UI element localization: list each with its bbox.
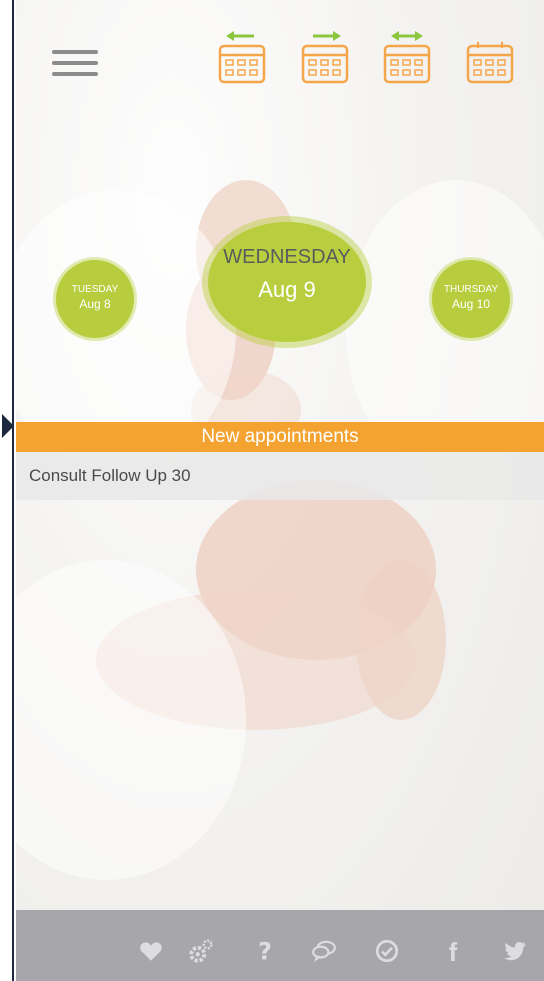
- previous-day-button[interactable]: TUESDAY Aug 8: [56, 260, 134, 338]
- facebook-icon[interactable]: f: [440, 938, 466, 964]
- current-day-date: Aug 9: [258, 277, 316, 302]
- appointment-item[interactable]: Consult Follow Up 30: [16, 452, 544, 500]
- current-day-button[interactable]: WEDNESDAY Aug 9: [208, 222, 366, 342]
- previous-day-weekday: TUESDAY: [71, 284, 119, 295]
- hamburger-menu-icon[interactable]: [52, 50, 98, 76]
- next-day-date: Aug 10: [451, 297, 491, 311]
- next-day-weekday: THURSDAY: [443, 284, 499, 295]
- gears-icon[interactable]: [188, 938, 214, 964]
- pointer-arrow-icon: [2, 414, 14, 438]
- new-appointments-header: New appointments: [16, 422, 544, 452]
- next-day-button[interactable]: THURSDAY Aug 10: [432, 260, 510, 338]
- twitter-icon[interactable]: [502, 938, 528, 964]
- question-icon[interactable]: ?: [252, 938, 278, 964]
- calendar-icon[interactable]: [464, 30, 518, 86]
- calendar-next-icon[interactable]: [299, 30, 353, 86]
- svg-text:?: ?: [258, 938, 272, 964]
- current-day-weekday: WEDNESDAY: [223, 246, 351, 268]
- svg-text:f: f: [449, 938, 458, 964]
- left-frame-border: [0, 0, 14, 981]
- app-screen: TUESDAY Aug 8 WEDNESDAY Aug 9 THURSDAY A…: [16, 0, 544, 981]
- calendar-previous-icon[interactable]: [216, 30, 270, 86]
- previous-day-date: Aug 8: [79, 297, 111, 311]
- heart-icon[interactable]: [138, 938, 164, 964]
- check-circle-icon[interactable]: [374, 938, 400, 964]
- calendar-both-directions-icon[interactable]: [381, 30, 435, 86]
- chat-icon[interactable]: [311, 938, 337, 964]
